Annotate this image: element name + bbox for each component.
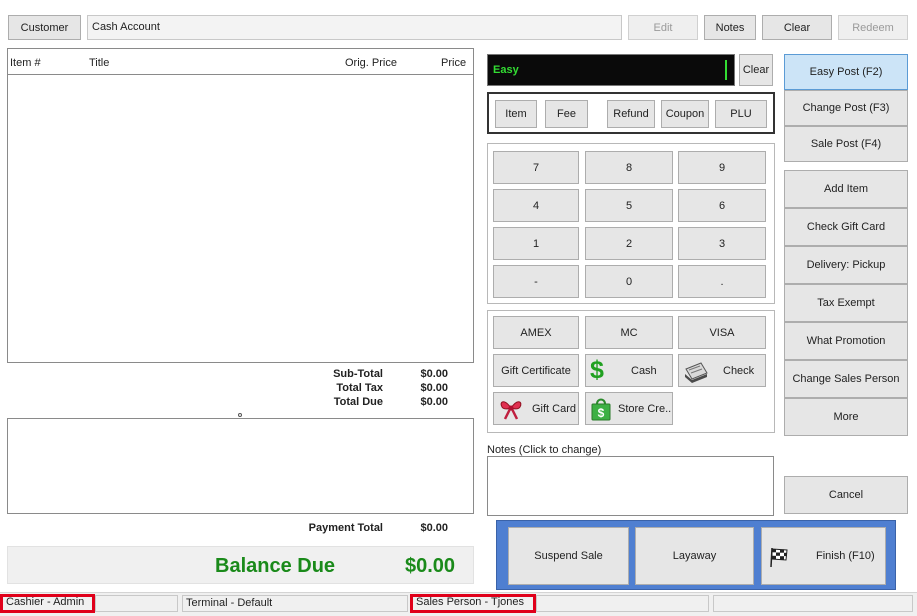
column-item-number: Item #: [10, 57, 41, 69]
entry-cursor: [725, 60, 727, 80]
notes-box[interactable]: [487, 456, 774, 516]
entry-clear-button[interactable]: Clear: [739, 54, 773, 86]
bottom-action-panel: Suspend Sale Layaway Finish (F10): [496, 520, 896, 590]
payment-total-value: $0.00: [420, 522, 448, 534]
more-button[interactable]: More: [784, 398, 908, 436]
entry-type-item-button[interactable]: Item: [495, 100, 537, 128]
check-gift-card-button[interactable]: Check Gift Card: [784, 208, 908, 246]
key-5[interactable]: 5: [585, 189, 673, 222]
status-segment-blank-2: [536, 595, 709, 612]
items-table-header: Item # Title Orig. Price Price: [8, 49, 473, 75]
key-decimal[interactable]: .: [678, 265, 766, 298]
check-printer-icon: [683, 359, 709, 383]
redeem-button[interactable]: Redeem: [838, 15, 908, 40]
notes-label: Notes (Click to change): [487, 444, 602, 456]
svg-text:$: $: [598, 406, 605, 420]
key-9[interactable]: 9: [678, 151, 766, 184]
tender-check-button[interactable]: Check: [678, 354, 766, 387]
customer-button[interactable]: Customer: [8, 15, 81, 40]
clear-customer-button[interactable]: Clear: [762, 15, 832, 40]
payments-list[interactable]: [7, 418, 474, 514]
key-3[interactable]: 3: [678, 227, 766, 260]
status-bar: Cashier - Admin Terminal - Default Sales…: [0, 592, 917, 616]
entry-type-refund-button[interactable]: Refund: [607, 100, 655, 128]
tender-gift-card-label: Gift Card: [532, 403, 577, 415]
key-1[interactable]: 1: [493, 227, 579, 260]
payment-total-label: Payment Total: [308, 522, 383, 534]
entry-type-plu-button[interactable]: PLU: [715, 100, 767, 128]
key-4[interactable]: 4: [493, 189, 579, 222]
balance-due-value: $0.00: [405, 555, 456, 577]
subtotal-value: $0.00: [420, 368, 448, 380]
tender-amex-button[interactable]: AMEX: [493, 316, 579, 349]
total-due-label: Total Due: [333, 396, 383, 408]
cancel-button[interactable]: Cancel: [784, 476, 908, 514]
balance-due-label: Balance Due: [215, 555, 336, 577]
change-sales-person-button[interactable]: Change Sales Person: [784, 360, 908, 398]
tender-visa-button[interactable]: VISA: [678, 316, 766, 349]
customer-value: Cash Account: [92, 21, 160, 33]
status-terminal: Terminal - Default: [182, 595, 408, 612]
tender-store-credit-button[interactable]: $ Store Cre...: [585, 392, 673, 425]
tender-panel: AMEX MC VISA Gift Certificate $ Cash Che…: [487, 310, 775, 433]
total-tax-value: $0.00: [420, 382, 448, 394]
checkered-flag-icon: [768, 546, 790, 568]
layaway-button[interactable]: Layaway: [635, 527, 754, 585]
key-2[interactable]: 2: [585, 227, 673, 260]
status-segment-blank-3: [713, 595, 913, 612]
tender-mc-button[interactable]: MC: [585, 316, 673, 349]
entry-display[interactable]: Easy: [487, 54, 735, 86]
finish-label: Finish (F10): [816, 550, 875, 562]
subtotal-label: Sub-Total: [333, 368, 383, 380]
entry-mode: Easy: [493, 64, 519, 76]
total-due-value: $0.00: [420, 396, 448, 408]
key-minus[interactable]: -: [493, 265, 579, 298]
column-title: Title: [89, 57, 110, 69]
suspend-sale-button[interactable]: Suspend Sale: [508, 527, 629, 585]
key-8[interactable]: 8: [585, 151, 673, 184]
key-7[interactable]: 7: [493, 151, 579, 184]
tender-check-label: Check: [723, 365, 755, 377]
easy-post-button[interactable]: Easy Post (F2): [784, 54, 908, 90]
sale-post-button[interactable]: Sale Post (F4): [784, 126, 908, 162]
dollar-sign-icon: $: [590, 356, 604, 384]
key-0[interactable]: 0: [585, 265, 673, 298]
finish-button[interactable]: Finish (F10): [761, 527, 886, 585]
entry-type-fee-button[interactable]: Fee: [545, 100, 588, 128]
tender-cash-button[interactable]: $ Cash: [585, 354, 673, 387]
tender-gift-certificate-button[interactable]: Gift Certificate: [493, 354, 579, 387]
customer-field[interactable]: Cash Account: [87, 15, 622, 40]
status-cashier: Cashier - Admin: [0, 594, 95, 613]
shopping-bag-icon: $: [590, 397, 612, 421]
entry-type-group: Item Fee Refund Coupon PLU: [487, 92, 775, 134]
gift-bow-icon: [498, 398, 524, 420]
key-6[interactable]: 6: [678, 189, 766, 222]
delivery-pickup-button[interactable]: Delivery: Pickup: [784, 246, 908, 284]
tax-exempt-button[interactable]: Tax Exempt: [784, 284, 908, 322]
notes-button[interactable]: Notes: [704, 15, 756, 40]
column-orig-price: Orig. Price: [345, 57, 397, 69]
entry-type-coupon-button[interactable]: Coupon: [661, 100, 709, 128]
tender-cash-label: Cash: [631, 365, 657, 377]
column-price: Price: [441, 57, 467, 69]
splitter-handle[interactable]: [238, 413, 242, 417]
add-item-button[interactable]: Add Item: [784, 170, 908, 208]
tender-store-credit-label: Store Cre...: [618, 403, 673, 415]
tender-gift-card-button[interactable]: Gift Card: [493, 392, 579, 425]
edit-button[interactable]: Edit: [628, 15, 698, 40]
items-table[interactable]: Item # Title Orig. Price Price: [7, 48, 474, 363]
balance-due-panel: Balance Due $0.00: [7, 546, 474, 584]
change-post-button[interactable]: Change Post (F3): [784, 90, 908, 126]
total-tax-label: Total Tax: [336, 382, 383, 394]
keypad: 7 8 9 4 5 6 1 2 3 - 0 .: [487, 143, 775, 304]
status-segment-blank: [95, 595, 178, 612]
what-promotion-button[interactable]: What Promotion: [784, 322, 908, 360]
status-sales-person: Sales Person - Tjones: [410, 594, 536, 613]
